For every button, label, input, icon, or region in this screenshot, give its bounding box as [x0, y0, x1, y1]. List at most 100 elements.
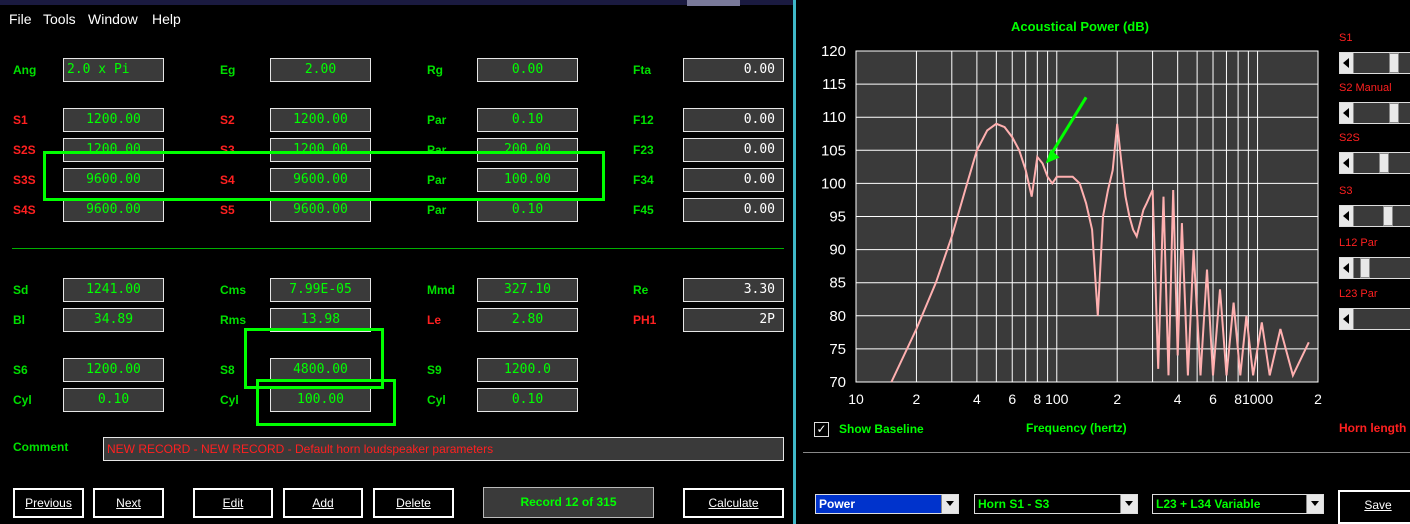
param-field-r6c0[interactable]: 34.89	[63, 308, 164, 332]
edit-label: Edit	[222, 496, 244, 510]
show-baseline-checkbox[interactable]: ✓	[814, 422, 829, 437]
param-label-r5c3: Re	[633, 283, 649, 297]
previous-button[interactable]: Previous	[13, 488, 84, 518]
param-field-r6c2[interactable]: 2.80	[477, 308, 578, 332]
y-tick-label: 110	[822, 109, 846, 126]
slider-thumb[interactable]	[1359, 258, 1370, 278]
slider-track[interactable]	[1354, 53, 1410, 73]
param-field-r1c3[interactable]: 0.00	[683, 108, 784, 132]
x-tick-label: 6	[1008, 391, 1016, 407]
slider-2[interactable]	[1339, 152, 1410, 174]
slider-thumb[interactable]	[1383, 206, 1394, 226]
chevron-left-icon[interactable]	[1340, 206, 1354, 226]
chevron-left-icon[interactable]	[1340, 153, 1354, 173]
horn-section-value: Horn S1 - S3	[978, 497, 1050, 511]
param-field-r7c2[interactable]: 1200.0	[477, 358, 578, 382]
param-field-r0c1[interactable]: 2.00	[270, 58, 371, 82]
x-tick-label: 10	[848, 391, 864, 407]
param-label-r5c1: Cms	[220, 283, 247, 297]
edit-button[interactable]: Edit	[193, 488, 273, 518]
param-field-r5c0[interactable]: 1241.00	[63, 278, 164, 302]
param-field-r4c1[interactable]: 9600.00	[270, 198, 371, 222]
slider-track[interactable]	[1354, 103, 1410, 123]
param-field-r8c0[interactable]: 0.10	[63, 388, 164, 412]
slider-label-3: S3	[1339, 185, 1353, 197]
save-button[interactable]: Save	[1338, 490, 1410, 524]
next-button[interactable]: Next	[93, 488, 164, 518]
chevron-left-icon[interactable]	[1340, 103, 1354, 123]
slider-0[interactable]	[1339, 52, 1410, 74]
y-tick-label: 80	[829, 308, 846, 325]
menu-tools[interactable]: Tools	[43, 11, 76, 27]
chevron-left-icon[interactable]	[1340, 53, 1354, 73]
slider-3[interactable]	[1339, 205, 1410, 227]
param-label-r0c3: Fta	[633, 63, 651, 77]
x-tick-label: 2	[1314, 391, 1322, 407]
slider-thumb[interactable]	[1379, 153, 1390, 173]
comment-field[interactable]: NEW RECORD - NEW RECORD - Default horn l…	[103, 437, 784, 461]
param-label-r1c1: S2	[220, 113, 235, 127]
param-field-r5c3[interactable]: 3.30	[683, 278, 784, 302]
previous-label: Previous	[25, 496, 72, 510]
param-label-r7c1: S8	[220, 363, 235, 377]
slider-1[interactable]	[1339, 102, 1410, 124]
param-label-r8c1: Cyl	[220, 393, 239, 407]
slider-track[interactable]	[1354, 206, 1410, 226]
param-label-r5c2: Mmd	[427, 283, 455, 297]
param-field-r8c2[interactable]: 0.10	[477, 388, 578, 412]
highlight-cyl	[256, 379, 396, 426]
param-field-r5c1[interactable]: 7.99E-05	[270, 278, 371, 302]
horn-section-select[interactable]: Horn S1 - S3	[974, 494, 1138, 514]
y-tick-label: 70	[829, 374, 846, 391]
param-field-r7c0[interactable]: 1200.00	[63, 358, 164, 382]
param-field-r0c0[interactable]: 2.0 x Pi	[63, 58, 164, 82]
delete-label: Delete	[396, 496, 431, 510]
slider-5[interactable]	[1339, 308, 1410, 330]
param-field-r6c3[interactable]: 2P	[683, 308, 784, 332]
chevron-down-icon[interactable]	[941, 495, 958, 513]
menu-window[interactable]: Window	[88, 11, 138, 27]
param-field-r1c2[interactable]: 0.10	[477, 108, 578, 132]
slider-label-2: S2S	[1339, 132, 1360, 144]
show-baseline-label: Show Baseline	[839, 422, 924, 436]
plot-type-select[interactable]: Power	[815, 494, 959, 514]
param-label-r5c0: Sd	[13, 283, 29, 297]
param-field-r2c3[interactable]: 0.00	[683, 138, 784, 162]
slider-track[interactable]	[1354, 309, 1410, 329]
record-status: Record 12 of 315	[483, 487, 654, 518]
x-tick-label: 4	[973, 391, 981, 407]
menu-help[interactable]: Help	[152, 11, 181, 27]
add-button[interactable]: Add	[283, 488, 363, 518]
panel-divider	[793, 0, 796, 524]
param-label-r1c2: Par	[427, 113, 447, 127]
chevron-down-icon[interactable]	[1120, 495, 1137, 513]
param-field-r5c2[interactable]: 327.10	[477, 278, 578, 302]
param-field-r0c3[interactable]: 0.00	[683, 58, 784, 82]
param-label-r7c0: S6	[13, 363, 28, 377]
y-tick-label: 120	[821, 43, 846, 60]
delete-button[interactable]: Delete	[373, 488, 454, 518]
variable-select[interactable]: L23 + L34 Variable	[1152, 494, 1324, 514]
param-field-r1c0[interactable]: 1200.00	[63, 108, 164, 132]
slider-label-4: L12 Par	[1339, 237, 1378, 249]
param-field-r3c3[interactable]: 0.00	[683, 168, 784, 192]
chevron-left-icon[interactable]	[1340, 258, 1354, 278]
param-label-r4c2: Par	[427, 203, 447, 217]
param-field-r0c2[interactable]: 0.00	[477, 58, 578, 82]
chevron-down-icon[interactable]	[1306, 495, 1323, 513]
y-tick-label: 90	[829, 242, 846, 259]
chevron-left-icon[interactable]	[1340, 309, 1354, 329]
slider-thumb[interactable]	[1388, 53, 1399, 73]
section-separator	[12, 248, 784, 249]
y-tick-label: 85	[829, 275, 846, 292]
slider-4[interactable]	[1339, 257, 1410, 279]
param-field-r4c0[interactable]: 9600.00	[63, 198, 164, 222]
chart-title: Acoustical Power (dB)	[1011, 19, 1149, 34]
param-field-r4c2[interactable]: 0.10	[477, 198, 578, 222]
param-field-r4c3[interactable]: 0.00	[683, 198, 784, 222]
param-field-r1c1[interactable]: 1200.00	[270, 108, 371, 132]
comment-label: Comment	[13, 440, 69, 454]
slider-thumb[interactable]	[1388, 103, 1399, 123]
calculate-button[interactable]: Calculate	[683, 488, 784, 518]
menu-file[interactable]: File	[9, 11, 32, 27]
